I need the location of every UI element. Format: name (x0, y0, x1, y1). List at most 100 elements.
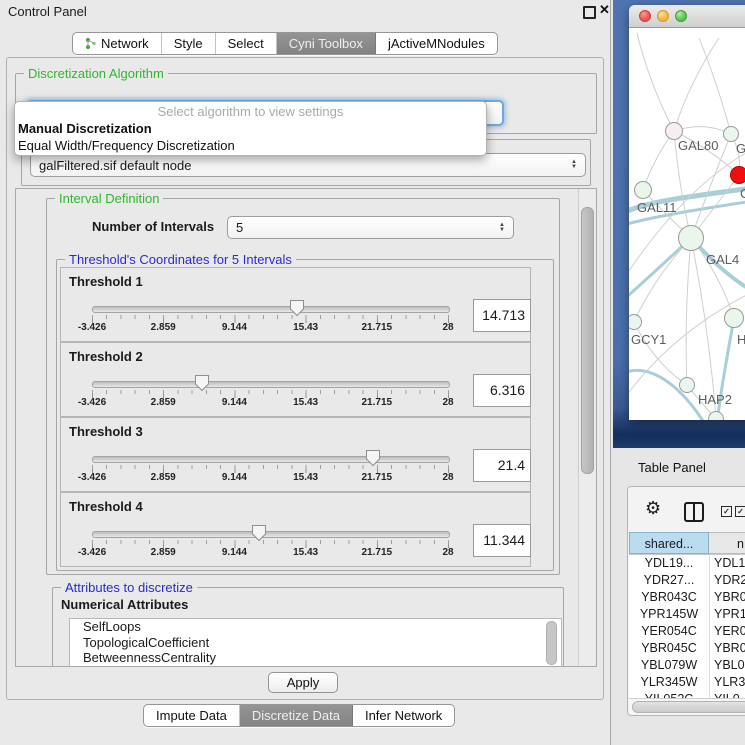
slider-tick-label: 15.43 (293, 547, 318, 558)
network-edges (629, 28, 745, 420)
slider-tick-label: -3.426 (78, 472, 106, 483)
table-panel-box: ⚙ ✓ ✓ shared... n YDL19...YDL1YDR27...YD… (627, 486, 745, 716)
gear-icon[interactable]: ⚙ (645, 499, 661, 519)
table-row[interactable]: YBR043CYBR0 (629, 589, 745, 606)
threshold-label: Threshold 4 (69, 499, 143, 514)
network-node-c[interactable] (730, 166, 745, 184)
table-cell[interactable]: YBR0 (710, 589, 745, 606)
tab-select[interactable]: Select (216, 33, 277, 54)
float-window-icon[interactable] (583, 6, 596, 19)
table-cell[interactable]: YBR045C (629, 640, 710, 657)
slider-tick-labels: -3.4262.8599.14415.4321.71528 (92, 472, 449, 484)
stepper-icon: ▲▼ (499, 223, 505, 233)
numerical-attributes-label: Numerical Attributes (61, 597, 188, 612)
zoom-traffic-light-icon[interactable] (675, 10, 687, 22)
control-panel-titlebar: Control Panel ✕ (0, 0, 610, 22)
tab-cyni-toolbox[interactable]: Cyni Toolbox (277, 33, 376, 54)
table-rows: YDL19...YDL1YDR27...YDR2YBR043CYBR0YPR14… (629, 554, 745, 699)
tab-style[interactable]: Style (162, 33, 216, 54)
slider-track[interactable] (92, 381, 450, 388)
table-panel-title: Table Panel (638, 460, 706, 475)
slider-track[interactable] (92, 531, 450, 538)
column-header-shared[interactable]: shared... (629, 532, 709, 554)
slider-tick-label: 15.43 (293, 472, 318, 483)
table-cell[interactable]: YER0 (710, 623, 745, 640)
network-node-gal4[interactable] (678, 225, 704, 251)
network-canvas[interactable]: GAL80GCGAL11GAL4GCY1HHAP2 (629, 28, 745, 420)
threshold-value-field[interactable]: 14.713 (473, 299, 531, 332)
dropdown-option-equal-width[interactable]: Equal Width/Frequency Discretization (15, 137, 486, 154)
horizontal-scrollbar[interactable] (629, 698, 745, 714)
scrollbar-thumb[interactable] (632, 701, 745, 713)
table-row[interactable]: YER054CYER0 (629, 623, 745, 640)
table-row[interactable]: YBR045CYBR0 (629, 640, 745, 657)
slider-tick-label: 28 (442, 322, 453, 333)
slider-tick-labels: -3.4262.8599.14415.4321.71528 (92, 547, 449, 559)
table-cell[interactable]: YDL19... (629, 555, 710, 572)
network-node[interactable] (708, 411, 724, 420)
attribute-item[interactable]: SelfLoops (70, 619, 561, 635)
slider-thumb[interactable] (289, 299, 305, 317)
checkbox-icon[interactable]: ✓ (721, 506, 732, 517)
network-node-g[interactable] (723, 126, 739, 142)
network-node-gal11[interactable] (634, 181, 652, 199)
slider-tick-label: 21.715 (362, 547, 393, 558)
table-cell[interactable]: YDR27... (629, 572, 710, 589)
close-traffic-light-icon[interactable] (639, 10, 651, 22)
node-label: GAL11 (637, 200, 677, 215)
tab-impute-data[interactable]: Impute Data (144, 705, 240, 726)
slider-track[interactable] (92, 306, 450, 313)
attributes-list[interactable]: SelfLoopsTopologicalCoefficientBetweenne… (69, 618, 562, 667)
threshold-value-field[interactable]: 11.344 (473, 524, 531, 557)
slider-thumb[interactable] (251, 524, 267, 542)
checkbox-icon[interactable]: ✓ (735, 506, 745, 517)
table-cell[interactable]: YDR2 (710, 572, 745, 589)
network-node-hap2[interactable] (679, 377, 695, 393)
network-window-titlebar[interactable] (629, 5, 745, 28)
threshold-value-field[interactable]: 6.316 (473, 374, 531, 407)
num-intervals-combobox[interactable]: 5 ▲▼ (227, 216, 514, 239)
table-cell[interactable]: YLR345W (629, 674, 710, 691)
threshold-value-field[interactable]: 21.4 (473, 449, 531, 482)
table-row[interactable]: YDR27...YDR2 (629, 572, 745, 589)
table-row[interactable]: YPR145WYPR1 (629, 606, 745, 623)
slider-tick-label: 15.43 (293, 322, 318, 333)
slider-track[interactable] (92, 456, 450, 463)
table-cell[interactable]: YER054C (629, 623, 710, 640)
table-cell[interactable]: YLR3 (710, 674, 745, 691)
close-icon[interactable]: ✕ (599, 2, 610, 18)
slider-thumb[interactable] (365, 449, 381, 467)
tab-infer-network[interactable]: Infer Network (353, 705, 454, 726)
table-cell[interactable]: YPR1 (710, 606, 745, 623)
tab-discretize-data[interactable]: Discretize Data (240, 705, 353, 726)
table-data-combobox[interactable]: galFiltered.sif default node ▲▼ (30, 153, 586, 177)
tab-jactivemnodules[interactable]: jActiveMNodules (376, 33, 497, 54)
table-row[interactable]: YDL19...YDL1 (629, 555, 745, 572)
minimize-traffic-light-icon[interactable] (657, 10, 669, 22)
columns-icon[interactable] (684, 502, 704, 522)
apply-button[interactable]: Apply (268, 672, 338, 693)
dropdown-option-manual[interactable]: Manual Discretization (15, 120, 486, 137)
slider-tick-label: 9.144 (222, 397, 247, 408)
table-cell[interactable]: YPR145W (629, 606, 710, 623)
page-title: Control Panel (8, 4, 87, 19)
table-cell[interactable]: YBR0 (710, 640, 745, 657)
node-label: H (737, 332, 745, 347)
table-cell[interactable]: YDL1 (710, 555, 745, 572)
tab-network[interactable]: Network (73, 33, 162, 54)
discretization-algorithm-group: Discretization Algorithm Select algorith… (15, 73, 597, 134)
slider-tick-label: 21.715 (362, 472, 393, 483)
attribute-item[interactable]: TopologicalCoefficient (70, 635, 561, 651)
table-cell[interactable]: YBL0 (710, 657, 745, 674)
scrollbar-thumb[interactable] (581, 207, 594, 474)
column-header-name[interactable]: n (709, 532, 745, 554)
list-scrollbar-thumb[interactable] (546, 621, 557, 665)
table-cell[interactable]: YBR043C (629, 589, 710, 606)
network-node-h[interactable] (724, 308, 744, 328)
vertical-scrollbar[interactable] (578, 189, 595, 666)
table-cell[interactable]: YBL079W (629, 657, 710, 674)
table-row[interactable]: YLR345WYLR3 (629, 674, 745, 691)
table-row[interactable]: YBL079WYBL0 (629, 657, 745, 674)
attribute-item[interactable]: BetweennessCentrality (70, 650, 561, 666)
slider-thumb[interactable] (194, 374, 210, 392)
